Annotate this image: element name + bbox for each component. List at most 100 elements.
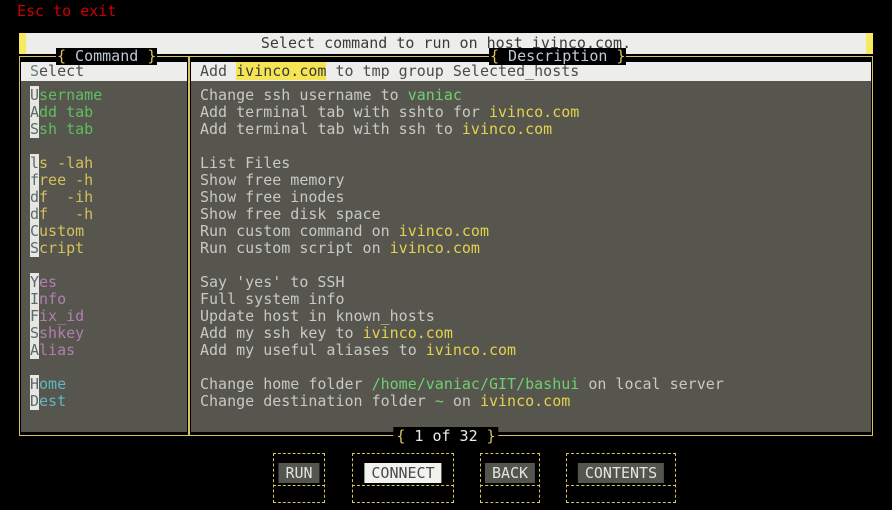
description-list-item: Change home folder /home/vaniac/GIT/bash… [191, 376, 871, 393]
description-list-item: Show free disk space [191, 206, 871, 223]
description-title-label: Description [499, 47, 617, 65]
command-list-item[interactable]: Alias [21, 341, 187, 359]
description-list-item: Show free inodes [191, 189, 871, 206]
connect-button-divider [352, 485, 454, 486]
command-item-label: ix_id [39, 307, 85, 325]
command-item-label: cript [39, 239, 85, 257]
description-segment-text: Run custom script on [200, 239, 390, 257]
command-title-close-brace: } [147, 47, 157, 65]
command-item-hotkey: I [30, 290, 40, 308]
command-item-label: ree -h [39, 171, 94, 189]
command-item-label: f -ih [39, 188, 94, 206]
command-list-item[interactable]: df -h [21, 205, 187, 223]
command-list-item[interactable]: Dest [21, 392, 187, 410]
title-left-marker [19, 33, 26, 54]
command-item-label: es [39, 273, 58, 291]
description-list-item: Add my ssh key to ivinco.com [191, 325, 871, 342]
command-item-label: ome [39, 375, 67, 393]
description-segment-text: Run custom command on [200, 222, 399, 240]
command-item-label: est [39, 392, 67, 410]
description-segment-text: Show free inodes [200, 188, 345, 206]
command-list-item[interactable]: Custom [21, 222, 187, 240]
command-list-item[interactable]: Home [21, 375, 187, 393]
description-segment-host: ivinco.com [479, 392, 571, 410]
command-list-item[interactable]: Add tab [21, 103, 187, 121]
command-item-hotkey: d [30, 188, 40, 206]
run-button-divider [273, 485, 325, 486]
command-list-item[interactable]: Yes [21, 273, 187, 291]
command-item-hotkey: Y [30, 273, 40, 291]
command-item-label: ustom [39, 222, 85, 240]
description-segment-text: Say 'yes' to SSH [200, 273, 345, 291]
connect-button[interactable]: CONNECT [352, 453, 454, 503]
command-list-item[interactable]: Sshkey [21, 324, 187, 342]
command-list[interactable]: Username Add tab Ssh tab ls -lah free -h df … [21, 81, 187, 410]
command-panel-body[interactable]: Select Username Add tab Ssh tab ls -lah fre… [21, 62, 187, 432]
back-button[interactable]: BACK [480, 453, 540, 503]
command-item-hotkey: H [30, 375, 40, 393]
connect-button-label: CONNECT [364, 463, 442, 483]
description-spacer-row [191, 138, 871, 155]
command-header-hotkey: S [30, 62, 40, 80]
description-segment-text: Add terminal tab with ssh to [200, 120, 462, 138]
description-segment-text: on local server [579, 375, 724, 393]
command-spacer-row [21, 138, 187, 155]
description-list-item: Add my useful aliases to ivinco.com [191, 342, 871, 359]
pager-close-brace: } [486, 427, 496, 445]
description-segment-text: Add my ssh key to [200, 324, 363, 342]
contents-button[interactable]: CONTENTS [566, 453, 676, 503]
description-segment-text: Change destination folder [200, 392, 435, 410]
command-list-item[interactable]: free -h [21, 171, 187, 189]
description-list: Change ssh username to vaniac Add termina… [191, 81, 871, 410]
command-item-hotkey: l [30, 154, 40, 172]
command-list-item[interactable]: df -ih [21, 188, 187, 206]
command-item-hotkey: U [30, 86, 40, 104]
back-button-divider [480, 485, 540, 486]
description-list-item: Show free memory [191, 172, 871, 189]
command-panel-title: { Command } [56, 47, 158, 65]
description-title-close-brace: } [616, 47, 626, 65]
command-item-hotkey: A [30, 341, 40, 359]
description-header-pre: Add [200, 62, 237, 80]
command-spacer-row [21, 359, 187, 376]
command-list-item[interactable]: Fix_id [21, 307, 187, 325]
command-item-hotkey: A [30, 103, 40, 121]
command-item-hotkey: d [30, 205, 40, 223]
command-item-hotkey: f [30, 171, 40, 189]
command-item-hotkey: C [30, 222, 40, 240]
description-segment-text: Show free disk space [200, 205, 381, 223]
command-list-item[interactable]: ls -lah [21, 154, 187, 172]
description-list-item: Change destination folder ~ on ivinco.co… [191, 393, 871, 410]
command-list-item[interactable]: Script [21, 239, 187, 257]
description-segment-text: Add terminal tab with sshto for [200, 103, 489, 121]
command-list-item[interactable]: Ssh tab [21, 120, 187, 138]
command-item-hotkey: S [30, 120, 40, 138]
description-list-item: Change ssh username to vaniac [191, 87, 871, 104]
command-list-item[interactable]: Info [21, 290, 187, 308]
command-title-open-brace: { [57, 47, 67, 65]
description-segment-host: ivinco.com [488, 103, 580, 121]
description-list-item: List Files [191, 155, 871, 172]
contents-button-label: CONTENTS [577, 463, 665, 483]
description-segment-user: vaniac [407, 86, 462, 104]
command-list-item[interactable]: Username [21, 86, 187, 104]
description-segment-host: ivinco.com [389, 239, 480, 257]
description-list-item: Say 'yes' to SSH [191, 274, 871, 291]
description-title-open-brace: { [490, 47, 500, 65]
contents-button-divider [566, 485, 676, 486]
command-item-label: dd tab [39, 103, 94, 121]
pager-counter-text: 1 of 32 [405, 427, 487, 445]
description-segment-host: ivinco.com [398, 222, 489, 240]
description-segment-text: Add my useful aliases to [200, 341, 426, 359]
command-item-hotkey: F [30, 307, 40, 325]
description-header-host-highlight: ivinco.com [236, 62, 327, 80]
description-list-item: Run custom command on ivinco.com [191, 223, 871, 240]
description-segment-host: ivinco.com [362, 324, 453, 342]
description-list-item: Add terminal tab with sshto for ivinco.c… [191, 104, 871, 121]
description-spacer-row [191, 257, 871, 274]
title-scroll-marker[interactable] [866, 33, 873, 54]
description-segment-text: on [443, 392, 480, 410]
run-button[interactable]: RUN [273, 453, 325, 503]
panels-container: { Command } Select Username Add tab Ssh ta… [19, 48, 873, 436]
description-segment-text: Full system info [200, 290, 345, 308]
